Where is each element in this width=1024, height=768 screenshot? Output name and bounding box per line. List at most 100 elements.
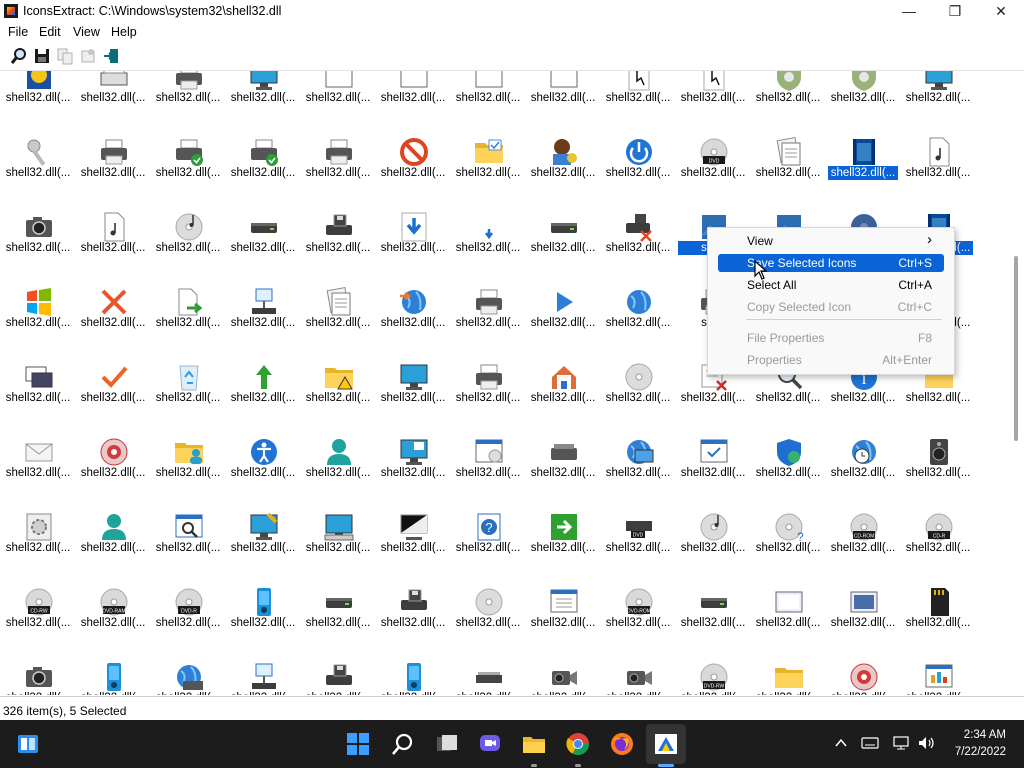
icon-cell[interactable]: DVD shell32.dll(... [603,511,673,586]
widgets-icon[interactable] [16,732,40,756]
icon-cell[interactable]: shell32.dll(... [228,661,298,695]
clock-time[interactable]: 2:34 AM [936,729,1006,741]
icon-cell[interactable]: shell32.dll(... [453,71,523,136]
chrome-icon[interactable] [566,732,590,756]
icon-cell[interactable]: shell32.dll(... [153,211,223,286]
icon-cell[interactable]: shell32.dll(... [378,71,448,136]
icon-cell[interactable]: shell32.dll(... [228,71,298,136]
icon-cell[interactable]: shell32.dll(... [3,436,73,511]
clock-date[interactable]: 7/22/2022 [936,746,1006,758]
icon-grid[interactable]: shell32.dll(... shell32.dll(... shell32.dl… [1,71,1009,695]
icon-cell[interactable]: shell32.dll(... [303,436,373,511]
icon-cell[interactable]: shell32.dll(... [678,436,748,511]
volume-icon[interactable] [918,735,936,751]
network-icon[interactable] [893,735,911,751]
icon-cell[interactable]: shell32.dll(... [528,361,598,436]
ctx-save-selected-icons[interactable]: Save Selected Icons Ctrl+S [718,254,944,272]
chat-icon[interactable] [478,732,502,756]
icon-cell[interactable]: shell32.dll(... [753,586,823,661]
icon-cell[interactable]: shell32.dll(... [528,511,598,586]
icon-cell[interactable]: shell32.dll(... [903,71,973,136]
icon-cell[interactable]: shell32.dll(... [378,211,448,286]
icon-cell[interactable]: shell32.dll(... [828,586,898,661]
icon-cell[interactable]: DVD-ROM shell32.dll(... [603,586,673,661]
properties-icon[interactable] [79,47,97,65]
icon-cell[interactable]: shell32.dll(... [753,661,823,695]
icon-cell[interactable]: shell32.dll(... [828,136,898,211]
task-view-icon[interactable] [435,732,459,756]
icon-cell[interactable]: shell32.dll(... [153,286,223,361]
icon-cell[interactable]: shell32.dll(... [453,436,523,511]
ctx-copy-selected-icon[interactable]: Copy Selected Icon Ctrl+C [718,298,944,316]
icon-cell[interactable]: shell32.dll(... [153,511,223,586]
menu-edit[interactable]: Edit [39,25,61,39]
save-icon[interactable] [33,47,51,65]
icon-cell[interactable]: shell32.dll(... [603,436,673,511]
icon-cell[interactable]: CD-R shell32.dll(... [903,511,973,586]
icon-cell[interactable]: DVD-RWshell32.dll(... [678,661,748,695]
icon-cell[interactable]: shell32.dll(... [453,361,523,436]
icon-cell[interactable]: shell32.dll(... [528,71,598,136]
icon-cell[interactable]: shell32.dll(... [528,211,598,286]
icon-cell[interactable]: shell32.dll(... [3,136,73,211]
icon-cell[interactable]: shell32.dll(... [153,361,223,436]
icon-cell[interactable]: shell32.dll(... [3,286,73,361]
icon-cell[interactable]: shell32.dll(... [153,71,223,136]
icon-cell[interactable]: shell32.dll(... [753,136,823,211]
icon-cell[interactable]: shell32.dll(... [903,136,973,211]
icon-cell[interactable]: shell32.dll(... [78,136,148,211]
copy-icon[interactable] [56,47,74,65]
icon-cell[interactable]: shell32.dll(... [228,436,298,511]
icon-cell[interactable]: shell32.dll(... [678,511,748,586]
icon-cell[interactable]: shell32.dll(... [78,661,148,695]
exit-icon[interactable] [102,47,120,65]
icon-cell[interactable]: CD-RW shell32.dll(... [3,586,73,661]
icon-cell[interactable]: shell32.dll(... [303,361,373,436]
vertical-scrollbar[interactable] [1009,71,1023,695]
icon-cell[interactable]: shell32.dll(... [153,136,223,211]
icon-cell[interactable]: shell32.dll(... [3,71,73,136]
icon-cell[interactable]: shell32.dll(... [378,661,448,695]
icon-cell[interactable]: shell32.dll(... [603,661,673,695]
icon-cell[interactable]: shell32.dll(... [228,286,298,361]
icon-cell[interactable]: shell32.dll(... [753,436,823,511]
ctx-view[interactable]: View › [718,231,944,250]
icon-cell[interactable]: DVD-RAM shell32.dll(... [78,586,148,661]
icon-cell[interactable]: shell32.dll(... [528,586,598,661]
icon-cell[interactable]: shell32.dll(... [228,361,298,436]
minimize-button[interactable]: — [886,0,932,22]
icon-cell[interactable]: shell32.dll(... [228,136,298,211]
icon-cell[interactable]: shell32.dll(... [378,136,448,211]
maximize-button[interactable]: ❐ [932,0,978,22]
icon-cell[interactable]: shell32.dll(... [828,436,898,511]
icon-cell[interactable]: shell32.dll(... [3,661,73,695]
icon-cell[interactable]: shell32.dll(... [678,586,748,661]
scrollbar-thumb[interactable] [1014,256,1018,441]
icon-cell[interactable]: shell32.dll(... [828,661,898,695]
icon-cell[interactable]: shell32.dll(... [303,136,373,211]
icon-cell[interactable]: shell32.dll(... [678,71,748,136]
icon-cell[interactable]: shell32.dll(... [453,661,523,695]
icon-cell[interactable]: shell32.dll(... [903,586,973,661]
icon-cell[interactable]: shell32.dll(... [528,136,598,211]
icon-cell[interactable]: DVD-R shell32.dll(... [153,586,223,661]
icon-cell[interactable]: shell32.dll(... [228,511,298,586]
icon-cell[interactable]: shell32.dll(... [303,511,373,586]
icon-cell[interactable]: shell32.dll(... [78,71,148,136]
keyboard-icon[interactable] [861,736,879,750]
ctx-properties[interactable]: Properties Alt+Enter [718,351,944,369]
icon-cell[interactable]: shell32.dll(... [903,436,973,511]
search-icon[interactable] [10,47,28,65]
icon-cell[interactable]: shell32.dll(... [903,661,973,695]
icon-cell[interactable]: shell32.dll(... [603,286,673,361]
icon-cell[interactable]: shell32.dll(... [3,511,73,586]
icon-cell[interactable]: shell32.dll(... [153,436,223,511]
chevron-up-icon[interactable] [834,736,848,750]
icon-cell[interactable]: shell32.dll(... [303,661,373,695]
icon-cell[interactable]: shell32.dll(... [303,211,373,286]
icon-cell[interactable]: shell32.dll(... [753,71,823,136]
icon-cell[interactable]: shell32.dll(... [603,71,673,136]
icon-cell[interactable]: shell32.dll(... [453,286,523,361]
taskbar-search-icon[interactable] [391,732,415,756]
icon-cell[interactable]: shell32.dll(... [528,286,598,361]
